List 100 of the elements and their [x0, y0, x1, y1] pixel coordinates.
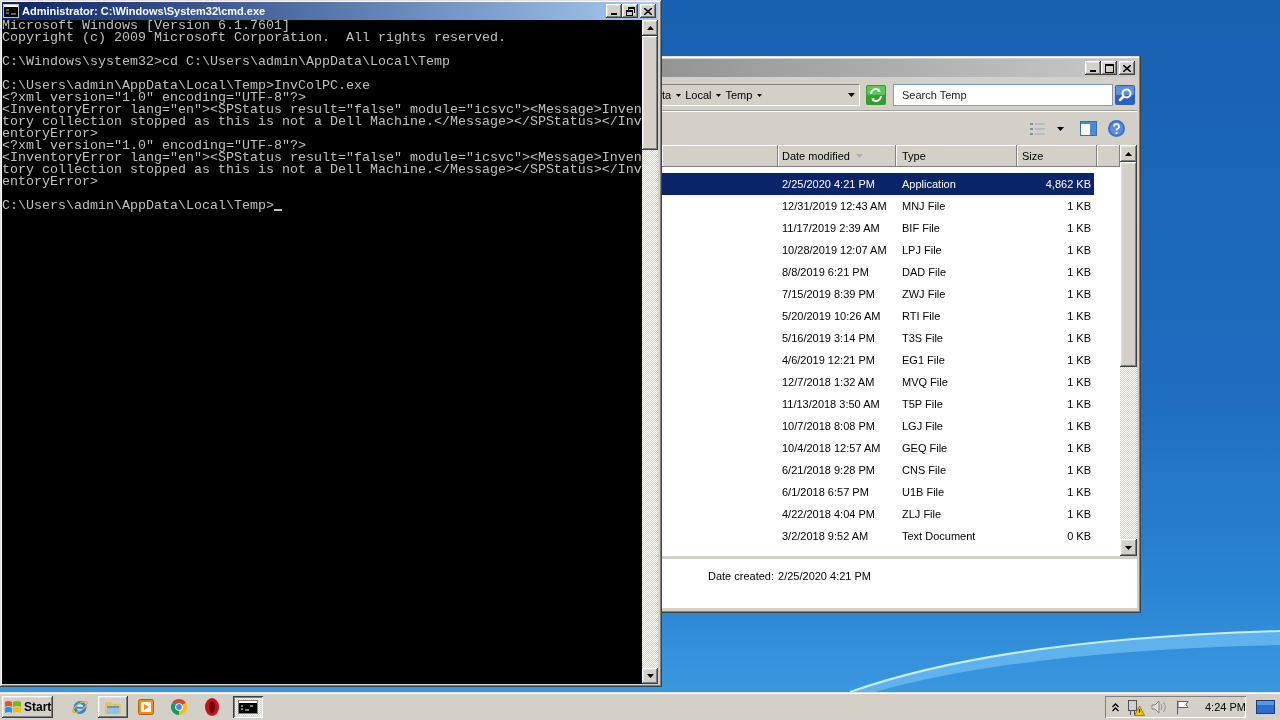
table-cell-text: 1 KB [1066, 507, 1092, 521]
start-button[interactable]: Start [2, 696, 53, 718]
file-row[interactable]: 7/15/2019 8:39 PM ZWJ File 1 KB [662, 283, 1094, 305]
help-icon[interactable] [1108, 120, 1125, 137]
scroll-down-button[interactable] [1120, 539, 1137, 556]
file-row[interactable]: 6/1/2018 6:57 PM U1B File 1 KB [662, 481, 1094, 503]
maximize-button[interactable] [1101, 61, 1117, 75]
file-row[interactable]: 12/7/2018 1:32 AM MVQ File 1 KB [662, 371, 1094, 393]
file-row[interactable]: 6/21/2018 9:28 PM CNS File 1 KB [662, 459, 1094, 481]
maximize-icon [1104, 63, 1114, 73]
file-row[interactable]: 5/16/2019 3:14 PM T3S File 1 KB [662, 327, 1094, 349]
scrollbar-thumb[interactable] [1120, 162, 1137, 367]
file-row[interactable]: 11/13/2018 3:50 AM T5P File 1 KB [662, 393, 1094, 415]
table-cell-text: 4/22/2018 4:04 PM [781, 507, 876, 521]
scroll-up-button[interactable] [1120, 145, 1137, 162]
column-header[interactable]: Type [896, 145, 1017, 167]
table-cell-text: 0 KB [1066, 529, 1092, 543]
table-cell-text: CNS File [901, 463, 947, 477]
table-cell-text: 1 KB [1066, 485, 1092, 499]
table-cell-text: DAD File [901, 265, 947, 279]
search-field[interactable]: Search Temp [893, 84, 1113, 106]
close-icon [1123, 64, 1131, 72]
table-cell-text: Application [901, 177, 957, 191]
refresh-icon[interactable] [866, 85, 886, 105]
show-desktop-icon[interactable] [1256, 700, 1275, 714]
table-cell-text: ZLJ File [901, 507, 943, 521]
table-cell-text: 2/25/2020 4:21 PM [781, 177, 876, 191]
caret-icon[interactable] [1057, 126, 1064, 131]
table-cell-text: 1 KB [1066, 243, 1092, 257]
restore-button[interactable] [622, 4, 638, 18]
console-line: Microsoft Windows [Version 6.1.7601] [2, 20, 290, 32]
network-warning-icon[interactable] [1127, 698, 1145, 716]
breadcrumb-item[interactable]: Temp [725, 88, 753, 102]
minimize-icon [1090, 70, 1096, 72]
console-line: <?xml version="1.0" encoding="UTF-8"?> [2, 92, 306, 104]
table-cell-text: 10/4/2018 12:57 AM [781, 441, 882, 455]
file-row[interactable]: 12/31/2019 12:43 AM MNJ File 1 KB [662, 195, 1094, 217]
taskbar-button[interactable] [98, 696, 128, 718]
console-line: <InventoryError lang="en"><SPStatus result="false" module="icsvc"><Message>Inven [2, 104, 642, 116]
table-cell-text: 3/2/2018 9:52 AM [781, 529, 870, 543]
table-cell-text: 8/8/2019 6:21 PM [781, 265, 870, 279]
flag-icon[interactable] [1176, 699, 1190, 715]
file-row[interactable]: 11/17/2019 2:39 AM BIF File 1 KB [662, 217, 1094, 239]
close-icon [644, 7, 652, 15]
console-line: tory collection stopped as this is not a Dell Machine.</Message></SPStatus></Inv [2, 164, 642, 176]
preview-pane-icon[interactable] [1080, 121, 1097, 136]
address-bar[interactable]: ta Local Temp [662, 84, 860, 106]
minimize-button[interactable] [606, 4, 622, 18]
scrollbar-thumb[interactable] [642, 36, 658, 150]
folder-icon [104, 699, 122, 715]
segmented-circle-icon [171, 699, 187, 715]
details-label: Date created: [708, 569, 775, 584]
breadcrumb-item[interactable]: ta [662, 88, 672, 102]
column-header[interactable] [662, 145, 778, 167]
close-button[interactable] [1119, 61, 1135, 75]
table-cell-text: LPJ File [901, 243, 943, 257]
table-cell-text: 6/21/2018 9:28 PM [781, 463, 876, 477]
minimize-button[interactable] [1085, 61, 1101, 75]
speaker-icon[interactable] [1151, 700, 1167, 714]
table-cell-text: LGJ File [901, 419, 944, 433]
column-header[interactable] [1097, 145, 1120, 167]
caret-icon[interactable] [716, 93, 722, 97]
show-hidden-icon[interactable] [1112, 702, 1119, 712]
file-row[interactable]: 2/25/2020 4:21 PM Application 4,862 KB [662, 173, 1094, 195]
table-cell-text: Text Document [901, 529, 977, 543]
console-line: C:\Windows\system32>cd C:\Users\admin\AppData\Local\Temp [2, 56, 450, 68]
table-cell-text: 1 KB [1066, 441, 1092, 455]
table-cell-text: 10/7/2018 8:08 PM [781, 419, 876, 433]
table-cell-text: 1 KB [1066, 353, 1092, 367]
scroll-down-button[interactable] [642, 668, 658, 684]
file-row[interactable]: 3/2/2018 9:52 AM Text Document 0 KB [662, 525, 1094, 547]
file-row[interactable]: 10/28/2019 12:07 AM LPJ File 1 KB [662, 239, 1094, 261]
file-row[interactable]: 4/6/2019 12:21 PM EG1 File 1 KB [662, 349, 1094, 371]
console-line: Copyright (c) 2009 Microsoft Corporation. All rights reserved. [2, 32, 506, 44]
up-arrow-icon [646, 26, 654, 30]
file-row[interactable]: 4/22/2018 4:04 PM ZLJ File 1 KB [662, 503, 1094, 525]
caret-icon[interactable] [676, 93, 682, 97]
column-header[interactable]: Size [1017, 145, 1097, 167]
table-cell-text: 11/17/2019 2:39 AM [781, 221, 881, 235]
clock-text[interactable]: 4:24 PM [1205, 698, 1246, 716]
column-header[interactable]: Date modified [778, 145, 896, 167]
up-arrow-icon [1125, 151, 1132, 156]
file-row[interactable]: 5/20/2019 10:26 AM RTI File 1 KB [662, 305, 1094, 327]
file-row[interactable]: 8/8/2019 6:21 PM DAD File 1 KB [662, 261, 1094, 283]
caret-icon[interactable] [757, 93, 763, 97]
search-icon[interactable] [1115, 85, 1135, 105]
table-cell-text: 5/20/2019 10:26 AM [781, 309, 882, 323]
file-row[interactable]: 10/7/2018 8:08 PM LGJ File 1 KB [662, 415, 1094, 437]
file-row[interactable]: 10/4/2018 12:57 AM GEQ File 1 KB [662, 437, 1094, 459]
taskbar-button[interactable] [233, 696, 263, 718]
scroll-up-button[interactable] [642, 20, 658, 36]
start-logo-icon [5, 700, 21, 714]
breadcrumb-item[interactable]: Local [685, 88, 712, 102]
table-cell-text: U1B File [901, 485, 946, 499]
close-button[interactable] [640, 4, 656, 18]
table-cell-text: 7/15/2019 8:39 PM [781, 287, 876, 301]
table-cell-text: ZWJ File [901, 287, 947, 301]
table-cell-text: T3S File [901, 331, 944, 345]
dropdown-caret-icon[interactable] [848, 93, 855, 97]
console-app-icon[interactable] [3, 3, 19, 19]
